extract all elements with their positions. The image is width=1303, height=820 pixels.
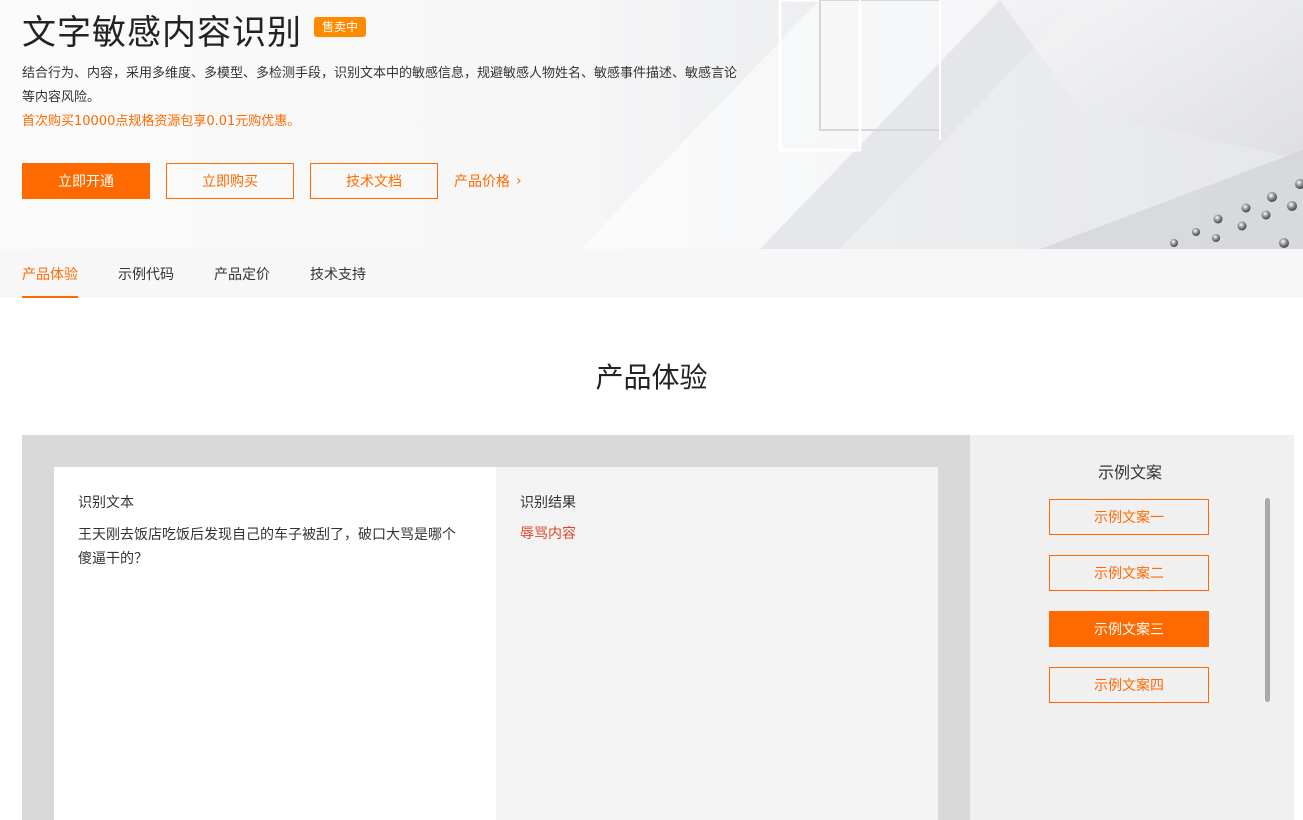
pricing-link-label: 产品价格 [454, 174, 510, 190]
title-row: 文字敏感内容识别 售卖中 [22, 10, 367, 56]
tab-sample-code[interactable]: 示例代码 [118, 249, 174, 298]
result-panel: 识别结果 辱骂内容 [496, 467, 938, 820]
buy-button[interactable]: 立即购买 [166, 163, 294, 199]
hero-actions: 立即开通 立即购买 技术文档 产品价格 › [22, 163, 522, 199]
result-label: 识别结果 [520, 495, 576, 511]
samples-panel: 示例文案 示例文案一 示例文案二 示例文案三 示例文案四 [970, 435, 1294, 820]
docs-button[interactable]: 技术文档 [310, 163, 438, 199]
activate-button[interactable]: 立即开通 [22, 163, 150, 199]
tab-bar: 产品体验 示例代码 产品定价 技术支持 [0, 249, 1303, 298]
pricing-link[interactable]: 产品价格 › [454, 171, 522, 191]
section-title: 产品体验 [595, 361, 708, 394]
sample-button-1[interactable]: 示例文案一 [1049, 499, 1209, 535]
chevron-right-icon: › [516, 173, 522, 189]
input-text[interactable]: 王天刚去饭店吃饭后发现自己的车子被刮了，破口大骂是哪个傻逼干的？ [78, 523, 468, 571]
hero-banner: 文字敏感内容识别 售卖中 结合行为、内容，采用多维度、多模型、多检测手段，识别文… [0, 0, 1303, 249]
product-description: 结合行为、内容，采用多维度、多模型、多检测手段，识别文本中的敏感信息，规避敏感人… [22, 66, 738, 105]
tab-pricing[interactable]: 产品定价 [214, 249, 270, 298]
sample-button-2[interactable]: 示例文案二 [1049, 555, 1209, 591]
input-label: 识别文本 [78, 495, 134, 511]
tab-tech-support[interactable]: 技术支持 [310, 249, 366, 298]
demo-area: 识别文本 王天刚去饭店吃饭后发现自己的车子被刮了，破口大骂是哪个傻逼干的？ 识别… [22, 435, 970, 820]
sample-button-4[interactable]: 示例文案四 [1049, 667, 1209, 703]
promo-text: 首次购买10000点规格资源包享0.01元购优惠。 [22, 114, 301, 129]
samples-title: 示例文案 [1097, 463, 1162, 482]
samples-scrollbar[interactable] [1265, 498, 1270, 702]
tab-product-experience[interactable]: 产品体验 [22, 249, 78, 298]
product-title: 文字敏感内容识别 [22, 13, 302, 53]
status-badge: 售卖中 [314, 17, 367, 37]
hero-decoration [580, 0, 1303, 249]
sample-button-3[interactable]: 示例文案三 [1049, 611, 1209, 647]
input-panel: 识别文本 王天刚去饭店吃饭后发现自己的车子被刮了，破口大骂是哪个傻逼干的？ [54, 467, 496, 820]
result-text: 辱骂内容 [520, 526, 576, 542]
